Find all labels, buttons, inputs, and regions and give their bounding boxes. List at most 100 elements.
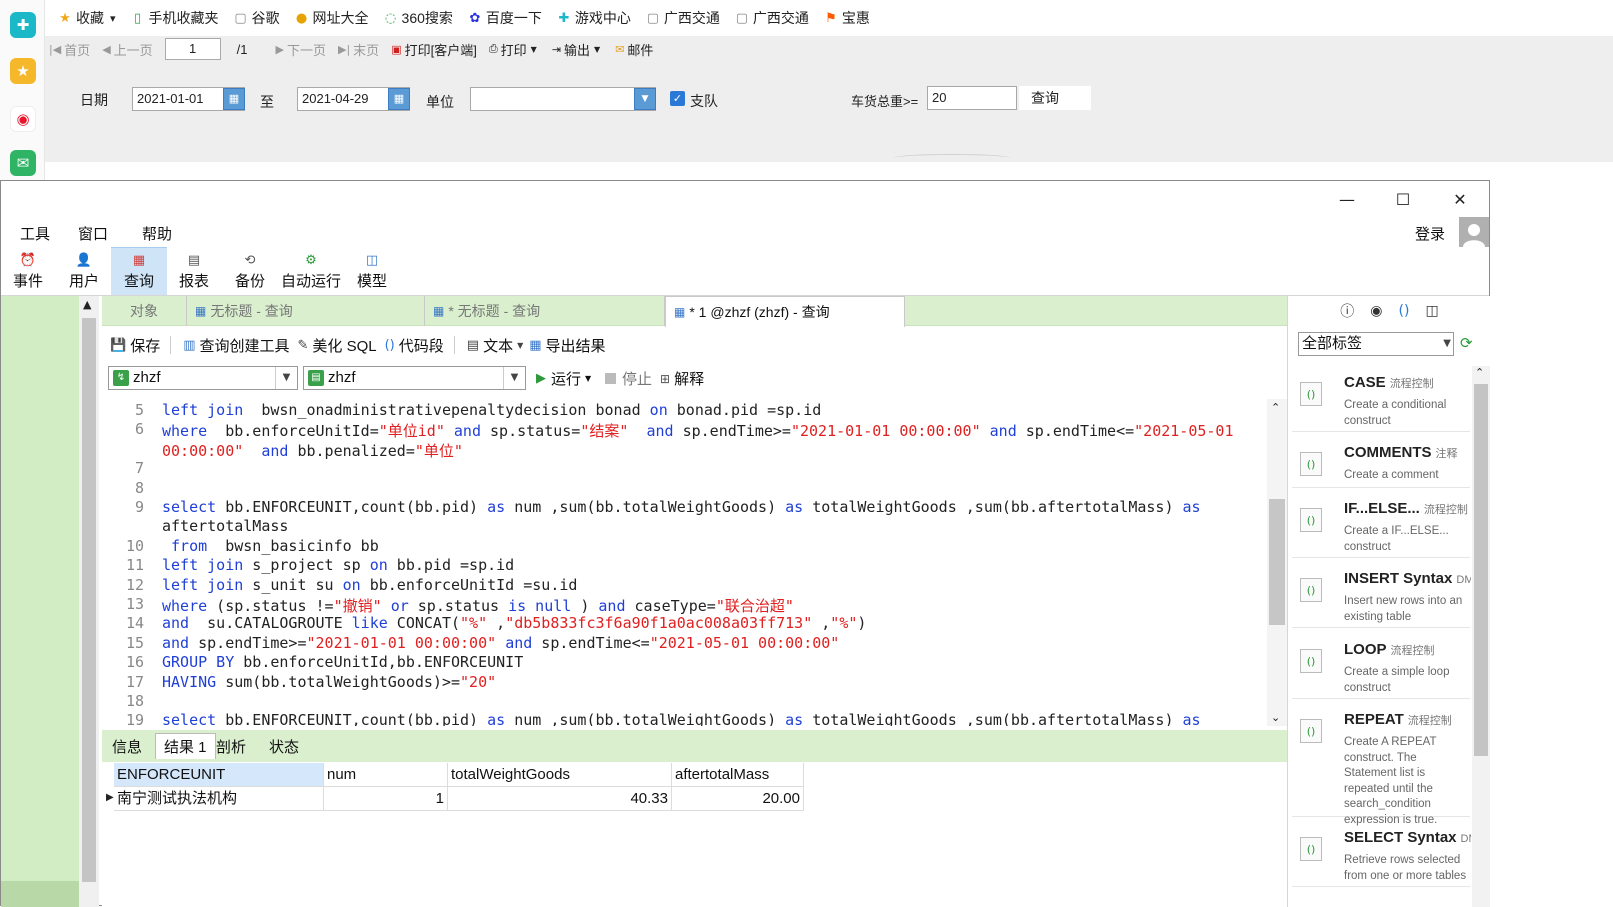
ribbon-event[interactable]: ⏰ 事件: [5, 247, 51, 295]
team-checkbox[interactable]: ✓: [670, 91, 685, 106]
table-cell[interactable]: 南宁测试执法机构: [114, 787, 324, 811]
snippet-item[interactable]: () LOOP 流程控制 Create a simple loop construct: [1292, 633, 1470, 699]
bookmark-item[interactable]: ● 网址大全: [294, 8, 369, 28]
column-header[interactable]: aftertotalMass: [672, 763, 804, 787]
bookmark-item[interactable]: ⚑ 宝惠: [823, 8, 870, 28]
plus-app-icon[interactable]: ✚: [10, 12, 36, 38]
bookmark-item[interactable]: ✚ 游戏中心: [556, 8, 630, 28]
code-line[interactable]: and su.CATALOGROUTE like CONCAT("%" ,"db…: [162, 614, 866, 632]
mail-button[interactable]: ✉ 邮件: [615, 40, 653, 59]
bookmark-item[interactable]: ▢ 谷歌: [233, 8, 279, 28]
snippet-item[interactable]: () COMMENTS 注释 Create a comment: [1292, 436, 1470, 488]
connection-tree[interactable]: [1, 296, 79, 907]
code-line[interactable]: left join s_unit su on bb.enforceUnitId …: [162, 576, 577, 594]
refresh-icon[interactable]: ⟳: [1460, 334, 1473, 352]
bookmark-item[interactable]: ★ 收藏 ▾: [57, 8, 115, 28]
date-to-input[interactable]: 2021-04-29 ▦: [297, 87, 410, 111]
database-select[interactable]: ▤ zhzf ▼: [303, 366, 526, 390]
export-results-button[interactable]: ▦ 导出结果: [529, 335, 605, 356]
tab-untitled-query-2[interactable]: ▦ * 无标题 - 查询: [425, 296, 665, 326]
code-line[interactable]: select bb.ENFORCEUNIT,count(bb.pid) as n…: [162, 711, 1201, 726]
bookmark-item[interactable]: ▢ 广西交通: [734, 8, 809, 28]
table-cell[interactable]: 20.00: [672, 787, 804, 811]
code-line[interactable]: left join s_project sp on bb.pid =sp.id: [162, 556, 514, 574]
first-page-button[interactable]: |◀ 首页: [49, 40, 90, 59]
bookmark-item[interactable]: ◌ 360搜索: [383, 8, 453, 28]
scroll-thumb[interactable]: [1269, 499, 1285, 625]
run-button[interactable]: ▶ 运行 ▼: [536, 368, 591, 389]
tab-status[interactable]: 状态: [261, 733, 307, 759]
snippet-scrollbar[interactable]: ⌃: [1472, 366, 1490, 907]
minimize-icon[interactable]: —: [1332, 187, 1362, 211]
chevron-up-icon[interactable]: ▲: [83, 298, 91, 311]
bookmark-item[interactable]: ▢ 广西交通: [645, 8, 720, 28]
tab-objects[interactable]: 对象: [102, 296, 187, 326]
code-line[interactable]: 00:00:00" and bb.penalized="单位": [162, 440, 463, 461]
star-icon[interactable]: ★: [10, 58, 36, 84]
code-line[interactable]: left join bwsn_onadministrativepenaltyde…: [162, 401, 821, 419]
tab-info[interactable]: 信息: [104, 733, 150, 759]
avatar[interactable]: [1459, 217, 1489, 247]
tab-profile[interactable]: 剖析: [208, 733, 254, 759]
code-line[interactable]: and sp.endTime>="2021-01-01 00:00:00" an…: [162, 634, 839, 652]
weight-input[interactable]: 20: [927, 86, 1017, 110]
ribbon-user[interactable]: 👤 用户: [61, 247, 107, 295]
scroll-thumb[interactable]: [1474, 384, 1488, 756]
sql-editor[interactable]: 5 left join bwsn_onadministrativepenaltyd…: [102, 399, 1267, 726]
bookmark-item[interactable]: ✿ 百度一下: [467, 8, 541, 28]
code-line[interactable]: HAVING sum(bb.totalWeightGoods)>="20": [162, 673, 496, 691]
query-button[interactable]: 查询: [1019, 86, 1091, 110]
scroll-thumb[interactable]: [82, 318, 96, 882]
text-button[interactable]: ▤ 文本 ▼: [467, 335, 527, 356]
chevron-up-icon[interactable]: ⌃: [1475, 366, 1484, 379]
code-line[interactable]: select bb.ENFORCEUNIT,count(bb.pid) as n…: [162, 498, 1201, 516]
ribbon-report[interactable]: ▤ 报表: [171, 247, 217, 295]
ribbon-backup[interactable]: ⟲ 备份: [227, 247, 273, 295]
ribbon-query[interactable]: ▦ 查询: [111, 247, 167, 295]
explain-button[interactable]: ⊞ 解释: [660, 368, 704, 389]
maximize-icon[interactable]: ☐: [1388, 187, 1418, 211]
column-header[interactable]: totalWeightGoods: [448, 763, 672, 787]
mail-icon[interactable]: ✉: [10, 150, 36, 176]
tab-result-1[interactable]: 结果 1: [155, 733, 216, 759]
chevron-down-icon[interactable]: ▼: [634, 88, 656, 110]
menu-help[interactable]: 帮助: [142, 223, 172, 244]
info-icon[interactable]: ⓘ: [1340, 301, 1354, 321]
editor-scrollbar[interactable]: ⌃ ⌄: [1267, 399, 1287, 726]
menu-tools[interactable]: 工具: [20, 223, 50, 244]
snippet-item[interactable]: () REPEAT 流程控制 Create A REPEAT construct. T…: [1292, 703, 1470, 826]
prev-page-button[interactable]: ◀ 上一页: [102, 40, 152, 59]
table-cell[interactable]: 40.33: [448, 787, 672, 811]
tab-zhzf-query[interactable]: ▦ * 1 @zhzf (zhzf) - 查询: [665, 296, 905, 327]
unit-select[interactable]: ▼: [470, 87, 656, 111]
next-page-button[interactable]: ▶ 下一页: [276, 40, 326, 59]
save-button[interactable]: 💾 保存: [110, 335, 160, 356]
calendar-icon[interactable]: ▦: [223, 88, 245, 110]
date-from-input[interactable]: 2021-01-01 ▦: [132, 87, 245, 111]
last-page-button[interactable]: ▶| 末页: [338, 40, 379, 59]
braces-icon[interactable]: (): [1399, 303, 1410, 319]
page-number-input[interactable]: 1: [164, 38, 221, 60]
tab-untitled-query-1[interactable]: ▦ 无标题 - 查询: [187, 296, 425, 326]
tag-filter-select[interactable]: 全部标签 ▼: [1298, 332, 1454, 356]
snippet-item[interactable]: () INSERT Syntax DM Insert new rows into an…: [1292, 562, 1471, 628]
code-line[interactable]: GROUP BY bb.enforceUnitId,bb.ENFORCEUNIT: [162, 653, 523, 671]
columns-icon[interactable]: ◫: [1425, 303, 1438, 319]
snippet-item[interactable]: () IF...ELSE... 流程控制 Create a IF...ELSE... …: [1292, 492, 1470, 558]
weibo-icon[interactable]: ◉: [10, 106, 36, 132]
login-link[interactable]: 登录: [1415, 223, 1445, 244]
table-cell[interactable]: 1: [324, 787, 448, 811]
code-line[interactable]: where (sp.status !="撤销" or sp.status is …: [162, 595, 794, 616]
column-header[interactable]: ENFORCEUNIT: [114, 763, 324, 787]
snippet-item[interactable]: () CASE 流程控制 Create a conditional construct: [1292, 366, 1470, 432]
column-header[interactable]: num: [324, 763, 448, 787]
export-button[interactable]: ⇥ 输出 ▼: [552, 40, 603, 59]
query-builder-button[interactable]: ▥ 查询创建工具: [183, 335, 289, 356]
code-line[interactable]: where bb.enforceUnitId="单位id" and sp.sta…: [162, 420, 1234, 441]
code-line[interactable]: from bwsn_basicinfo bb: [162, 537, 379, 555]
ribbon-model[interactable]: ◫ 模型: [349, 247, 395, 295]
collapse-handle-icon[interactable]: [893, 154, 1011, 162]
snippet-item[interactable]: () SELECT SyntaxDM Retrieve rows selected …: [1292, 821, 1471, 887]
chevron-up-icon[interactable]: ⌃: [1271, 401, 1280, 414]
print-client-button[interactable]: ▣ 打印[客户端]: [391, 40, 477, 59]
